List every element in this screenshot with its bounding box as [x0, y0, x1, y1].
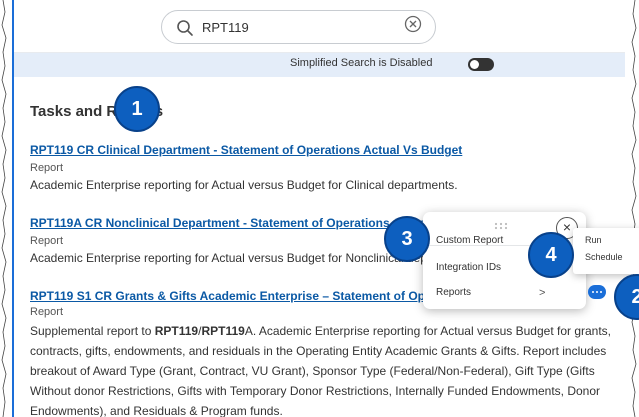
- more-actions-icon[interactable]: [588, 285, 606, 299]
- search-icon: [177, 20, 193, 36]
- result-type: Report: [30, 162, 64, 174]
- clear-search-icon[interactable]: [404, 15, 422, 33]
- callout-2: 2: [614, 274, 639, 320]
- menu-item-integration-ids[interactable]: Integration IDs: [436, 262, 501, 273]
- result-type: Report: [30, 306, 64, 318]
- callout-3: 3: [384, 216, 430, 262]
- chevron-right-icon: >: [539, 287, 546, 299]
- result-description: Academic Enterprise reporting for Actual…: [30, 178, 458, 192]
- result-title-link[interactable]: RPT119 CR Clinical Department - Statemen…: [30, 143, 462, 157]
- reports-submenu: Run Schedule: [573, 228, 639, 274]
- submenu-item-schedule[interactable]: Schedule: [585, 252, 623, 262]
- toggle-knob: [470, 60, 479, 69]
- callout-4: 4: [528, 232, 574, 278]
- simplified-search-bar: Simplified Search is Disabled: [14, 53, 625, 77]
- submenu-item-run[interactable]: Run: [585, 235, 602, 245]
- result-type: Report: [30, 235, 64, 247]
- callout-1: 1: [114, 86, 160, 132]
- simplified-search-label: Simplified Search is Disabled: [290, 57, 433, 69]
- menu-item-custom-report[interactable]: Custom Report: [436, 235, 503, 246]
- torn-edge-right: [625, 0, 639, 417]
- simplified-search-toggle[interactable]: [468, 58, 494, 71]
- drag-grip-icon[interactable]: [493, 222, 509, 230]
- torn-edge-left: [0, 0, 14, 417]
- result-description: Supplemental report to RPT119/RPT119A. A…: [30, 324, 612, 417]
- menu-item-reports[interactable]: Reports: [436, 287, 471, 298]
- search-header: [14, 0, 625, 53]
- search-input[interactable]: [202, 17, 382, 37]
- search-box[interactable]: [161, 10, 436, 44]
